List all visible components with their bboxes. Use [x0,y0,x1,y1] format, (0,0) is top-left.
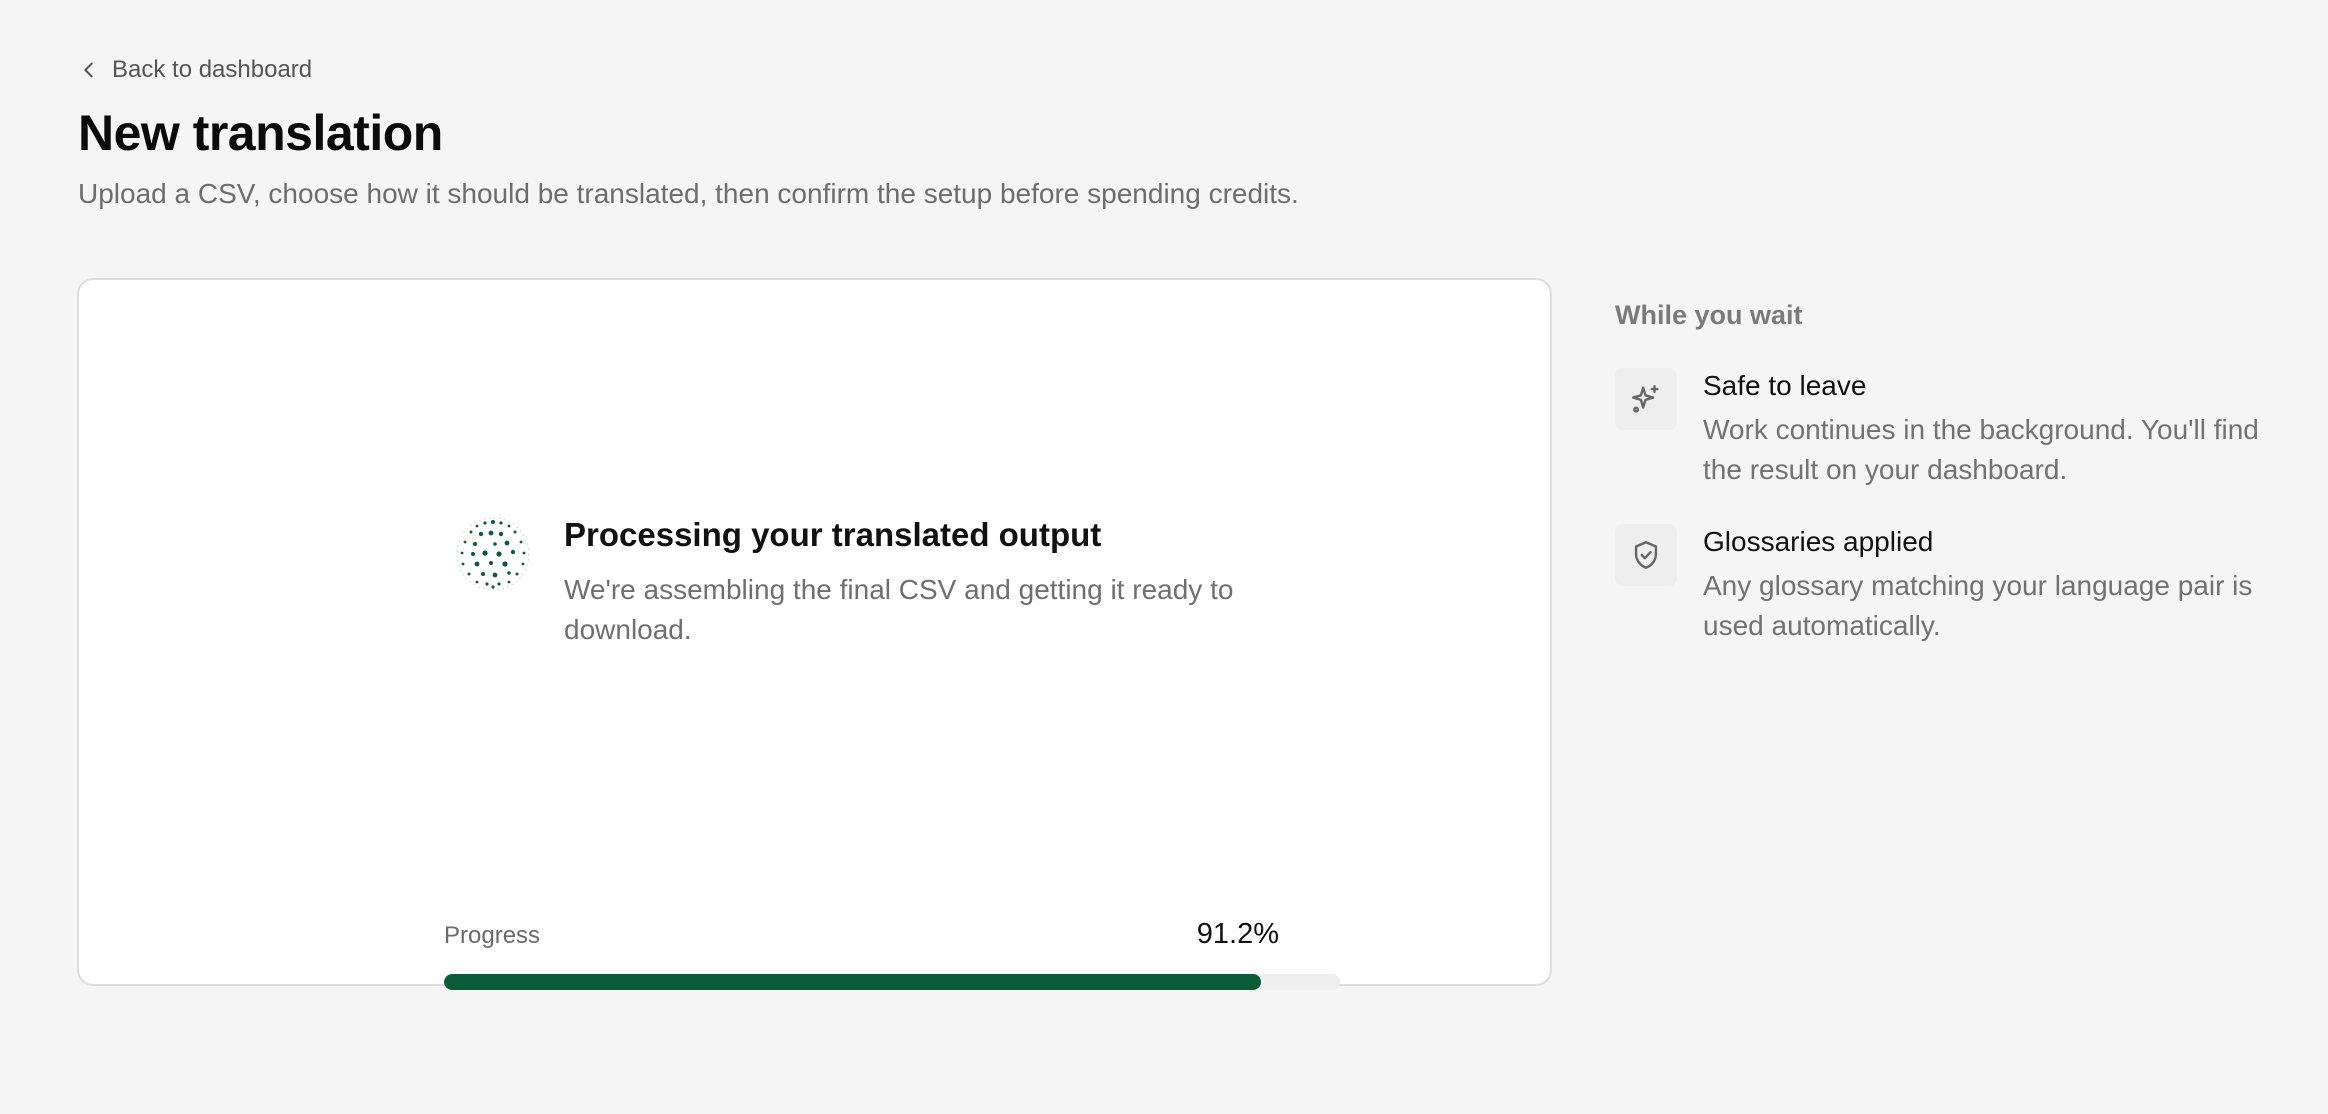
sparkles-icon-box [1615,368,1677,430]
processing-card: Processing your translated output We're … [77,278,1552,990]
progress-bar [444,974,1340,990]
sparkles-icon [1632,385,1659,413]
status-title: Processing your translated output [564,516,1102,553]
progress-label: Progress [444,922,541,949]
status-description: We're assembling the final CSV and getti… [564,574,1234,645]
shield-check-icon [1634,541,1658,569]
progress-bar-fill [444,974,1262,990]
aside-item-title: Glossaries applied [1703,526,1934,557]
progress-value: 91.2% [1196,918,1279,950]
back-to-dashboard-link[interactable]: Back to dashboard [78,56,312,84]
back-link-label: Back to dashboard [112,56,313,83]
shield-check-icon-box [1615,524,1677,586]
page-subtitle: Upload a CSV, choose how it should be tr… [78,178,1299,209]
aside-item-description: Any glossary matching your language pair… [1703,570,2253,641]
page: Back to dashboard New translation Upload… [0,0,2328,1114]
page-title: New translation [78,105,443,161]
aside-title: While you wait [1615,300,1803,330]
chevron-left-icon [84,62,93,78]
aside-item-description: Work continues in the background. You'll… [1703,414,2259,485]
aside-item-title: Safe to leave [1703,370,1867,401]
globe-icon [456,517,530,591]
